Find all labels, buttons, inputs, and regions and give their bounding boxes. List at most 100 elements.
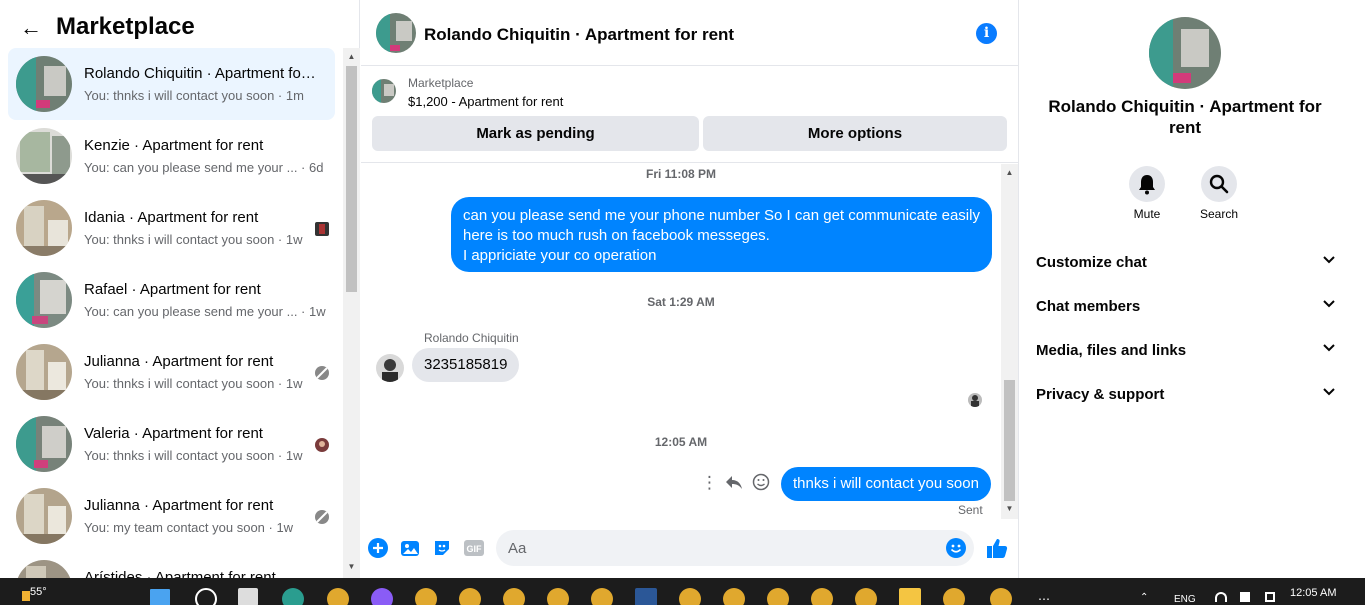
- photo-icon[interactable]: [400, 538, 420, 558]
- message-line: I appriciate your co operation: [463, 247, 657, 264]
- conversation-item[interactable]: Kenzie · Apartment for rent You: can you…: [8, 120, 335, 192]
- conversation-name: Idania · Apartment for rent: [84, 209, 259, 226]
- chrome-icon[interactable]: [591, 588, 613, 605]
- arrow-left-icon[interactable]: ←: [20, 16, 44, 40]
- details-scrollbar[interactable]: [1345, 0, 1362, 578]
- conversation-item[interactable]: Julianna · Apartment for rent You: my te…: [8, 480, 335, 552]
- reply-icon[interactable]: [725, 473, 743, 496]
- chrome-icon[interactable]: [547, 588, 569, 605]
- conversation-name: Julianna · Apartment for rent: [84, 497, 274, 514]
- conversation-snippet: You: thnks i will contact you soon · 1w: [84, 232, 303, 247]
- customize-chat-section[interactable]: Customize chat: [1036, 241, 1336, 285]
- chrome-icon[interactable]: [503, 588, 525, 605]
- scroll-up-icon[interactable]: ▲: [1001, 168, 1018, 180]
- conversation-item[interactable]: Julianna · Apartment for rent You: thnks…: [8, 336, 335, 408]
- avatar: [16, 560, 72, 578]
- temperature[interactable]: 55°: [30, 586, 47, 598]
- chrome-icon[interactable]: [327, 588, 349, 605]
- conversation-item[interactable]: Rolando Chiquitin · Apartment for rent Y…: [8, 48, 335, 120]
- sticker-icon[interactable]: [432, 538, 452, 558]
- avatar: [16, 128, 72, 184]
- incoming-message[interactable]: 3235185819: [412, 348, 520, 382]
- conversation-snippet: You: thnks i will contact you soon · 1w: [84, 376, 303, 391]
- profile-avatar[interactable]: [1149, 17, 1221, 89]
- chat-title[interactable]: Rolando Chiquitin · Apartment for rent: [424, 25, 734, 45]
- copilot-icon[interactable]: [371, 588, 393, 605]
- scroll-down-icon[interactable]: ▼: [343, 562, 360, 574]
- conversation-item[interactable]: Valeria · Apartment for rent You: thnks …: [8, 408, 335, 480]
- section-title: Media, files and links: [1036, 342, 1187, 359]
- mark-as-pending-button[interactable]: Mark as pending: [372, 116, 699, 151]
- task-view-icon[interactable]: [238, 588, 258, 605]
- chrome-icon[interactable]: [723, 588, 745, 605]
- wifi-icon[interactable]: [1215, 592, 1227, 602]
- search-icon[interactable]: [195, 588, 217, 605]
- plus-icon[interactable]: [368, 538, 388, 558]
- outgoing-message[interactable]: thnks i will contact you soon: [781, 467, 991, 501]
- chrome-icon[interactable]: [990, 588, 1012, 605]
- more-icon[interactable]: ⋯: [1038, 592, 1050, 605]
- message-placeholder: Aa: [508, 540, 527, 557]
- chevron-down-icon: [1322, 296, 1336, 313]
- chrome-icon[interactable]: [855, 588, 877, 605]
- conversation-list: Rolando Chiquitin · Apartment for rent Y…: [0, 48, 343, 578]
- chrome-icon[interactable]: [679, 588, 701, 605]
- conversation-name: Rafael · Apartment for rent: [84, 281, 261, 298]
- outgoing-message[interactable]: can you please send me your phone number…: [451, 197, 992, 272]
- timestamp: Fri 11:08 PM: [645, 167, 717, 181]
- scroll-up-icon[interactable]: ▲: [343, 52, 360, 64]
- privacy-support-section[interactable]: Privacy & support: [1036, 373, 1336, 417]
- sender-avatar[interactable]: [376, 354, 404, 382]
- start-icon[interactable]: [150, 589, 170, 605]
- clock[interactable]: 12:05 AM: [1290, 587, 1336, 599]
- more-dots-icon[interactable]: ⋮: [701, 473, 718, 493]
- language-indicator[interactable]: ENG: [1174, 594, 1196, 605]
- conversation-item[interactable]: Rafael · Apartment for rent You: can you…: [8, 264, 335, 336]
- chat-members-section[interactable]: Chat members: [1036, 285, 1336, 329]
- info-icon[interactable]: i: [976, 23, 997, 44]
- emoji-icon[interactable]: [946, 538, 966, 558]
- more-options-button[interactable]: More options: [703, 116, 1007, 151]
- conversation-item[interactable]: Arístides · Apartment for rent: [8, 552, 335, 578]
- react-emoji-icon[interactable]: [752, 473, 770, 496]
- thread-scrollbar[interactable]: ▲ ▼: [1001, 164, 1018, 519]
- avatar[interactable]: [376, 13, 416, 53]
- sidebar-title: Marketplace: [56, 13, 195, 40]
- gif-icon[interactable]: GIF: [463, 538, 484, 558]
- battery-icon[interactable]: [1265, 592, 1275, 602]
- avatar: [16, 488, 72, 544]
- folder-icon[interactable]: [899, 588, 921, 605]
- chrome-icon[interactable]: [459, 588, 481, 605]
- chrome-icon[interactable]: [943, 588, 965, 605]
- listing-thumbnail[interactable]: [372, 79, 396, 103]
- scrollbar-thumb[interactable]: [346, 66, 357, 292]
- chevron-up-icon[interactable]: ⌃: [1140, 592, 1148, 603]
- weather-icon[interactable]: [22, 591, 30, 601]
- message-composer: GIF Aa: [361, 520, 1019, 578]
- chrome-icon[interactable]: [415, 588, 437, 605]
- listing-price[interactable]: $1,200 - Apartment for rent: [408, 94, 563, 109]
- conversation-item[interactable]: Idania · Apartment for rent You: thnks i…: [8, 192, 335, 264]
- volume-icon[interactable]: [1240, 592, 1250, 602]
- conversation-name: Valeria · Apartment for rent: [84, 425, 263, 442]
- edge-icon[interactable]: [282, 588, 304, 605]
- conversation-name: Julianna · Apartment for rent: [84, 353, 274, 370]
- mute-label: Mute: [1133, 207, 1161, 221]
- seen-avatar: [315, 366, 329, 380]
- scroll-down-icon[interactable]: ▼: [1001, 504, 1018, 516]
- section-title: Privacy & support: [1036, 386, 1165, 403]
- avatar: [16, 272, 72, 328]
- sidebar-scrollbar[interactable]: ▲ ▼: [343, 48, 360, 578]
- gif-label: GIF: [467, 544, 483, 554]
- search-icon[interactable]: [1201, 166, 1237, 202]
- bell-icon[interactable]: [1129, 166, 1165, 202]
- avatar: [16, 416, 72, 472]
- thumbs-up-icon[interactable]: [986, 537, 1008, 558]
- conversation-snippet: You: thnks i will contact you soon · 1m: [84, 88, 304, 103]
- chrome-icon[interactable]: [811, 588, 833, 605]
- chrome-icon[interactable]: [767, 588, 789, 605]
- message-input[interactable]: Aa: [496, 530, 974, 566]
- media-files-links-section[interactable]: Media, files and links: [1036, 329, 1336, 373]
- scrollbar-thumb[interactable]: [1004, 380, 1015, 501]
- word-icon[interactable]: [635, 588, 657, 605]
